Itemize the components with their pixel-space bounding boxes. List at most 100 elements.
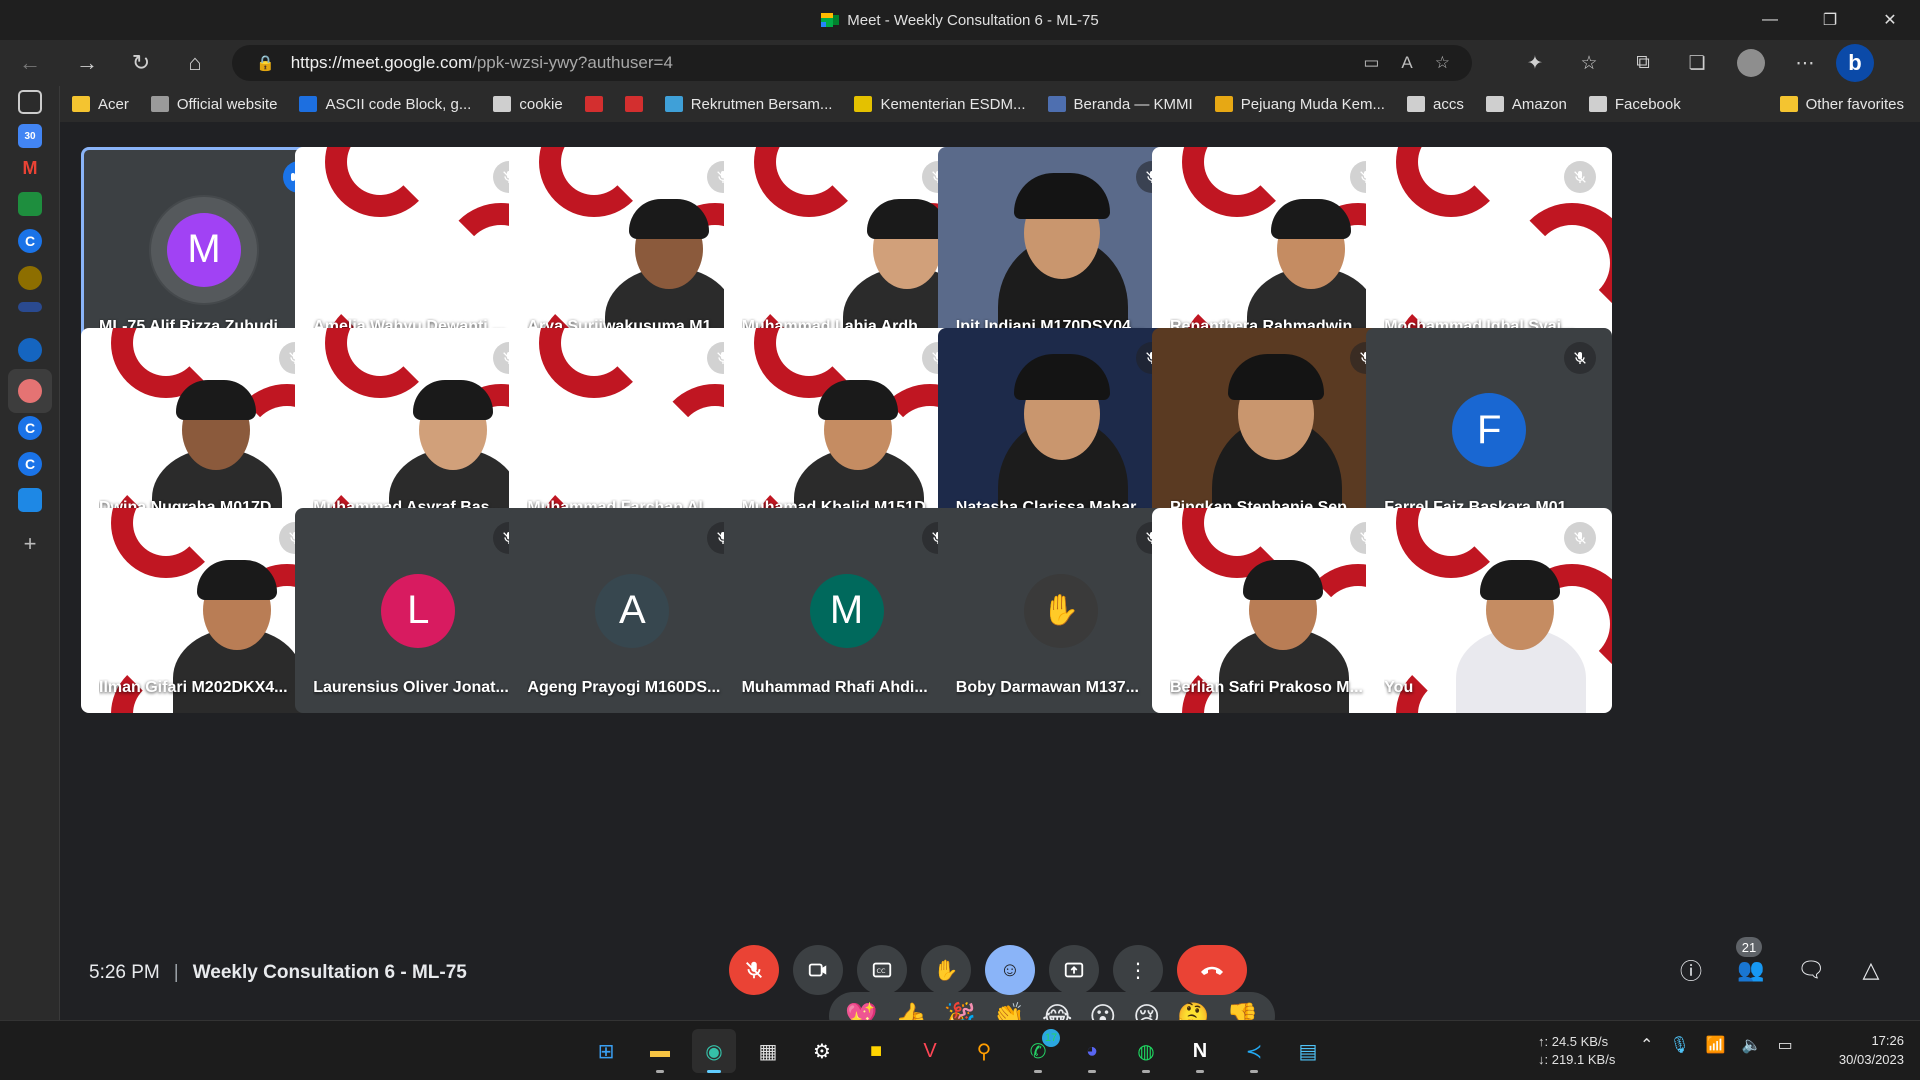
present-screen-button[interactable] xyxy=(1049,945,1099,995)
restore-button[interactable]: ❐ xyxy=(1800,0,1860,40)
battery-icon[interactable]: ▭ xyxy=(1778,1035,1793,1055)
more-options-button[interactable]: ⋮ xyxy=(1113,945,1163,995)
home-button[interactable]: ⌂ xyxy=(168,40,222,86)
bookmark-item[interactable]: ASCII code Block, g... xyxy=(287,86,481,122)
participant-tile[interactable]: M ML-75 Alif Rizza Zuhudi xyxy=(81,147,327,352)
bookmark-item[interactable] xyxy=(613,86,653,122)
bookmark-item[interactable]: Amazon xyxy=(1474,86,1577,122)
tray-overflow-icon[interactable]: ⌃ xyxy=(1640,1035,1653,1055)
bookmark-item[interactable]: Rekrutmen Bersam... xyxy=(653,86,843,122)
bookmark-item[interactable]: accs xyxy=(1395,86,1474,122)
bookmark-item[interactable]: Pejuang Muda Kem... xyxy=(1203,86,1395,122)
bookmark-item[interactable] xyxy=(573,86,613,122)
wifi-icon[interactable]: 📶 xyxy=(1706,1035,1726,1055)
sidebar-app-emblem-icon[interactable] xyxy=(18,266,42,290)
vscode-icon[interactable]: ≺ xyxy=(1232,1029,1276,1073)
captions-button[interactable]: CC xyxy=(857,945,907,995)
sidebar-app-flag-icon[interactable] xyxy=(18,302,42,312)
participant-tile[interactable]: Muhamad Khalid M151D... xyxy=(723,327,970,533)
participant-tile[interactable]: A Ageng Prayogi M160DS... xyxy=(509,508,756,713)
camera-toggle-button[interactable] xyxy=(793,945,843,995)
participant-tile[interactable]: Pingkan Stephanie Sep... xyxy=(1152,327,1398,533)
participant-tile[interactable]: M Muhammad Rhafi Ahdi... xyxy=(723,508,970,713)
people-button[interactable]: 21 👥 xyxy=(1732,937,1770,995)
collections-icon[interactable]: ⧉ xyxy=(1620,40,1666,86)
sidebar-app-hex-icon[interactable] xyxy=(18,338,42,362)
sidebar-app-c2-icon[interactable]: C xyxy=(18,416,42,440)
volume-icon[interactable]: 🔈 xyxy=(1742,1035,1762,1055)
participant-tile[interactable]: Muhammad Lahia Ardh... xyxy=(723,147,970,352)
start-windows-icon[interactable]: ⊞ xyxy=(584,1029,628,1073)
bookmark-item[interactable]: cookie xyxy=(481,86,572,122)
bing-chat-icon[interactable]: b xyxy=(1836,44,1874,82)
camera-permission-icon[interactable]: ▭ xyxy=(1363,53,1379,73)
participant-tile[interactable]: Ipit Indiani M170DSY04... xyxy=(937,147,1184,352)
participant-tile[interactable]: F Farrel Faiz Baskara M01... xyxy=(1366,327,1613,533)
sidebar-record-icon[interactable] xyxy=(18,379,42,403)
valorant-icon[interactable]: V xyxy=(908,1029,952,1073)
sidebar-app-c1-icon[interactable]: C xyxy=(18,229,42,253)
participant-tile[interactable]: Dwina Nugraha M017D... xyxy=(81,327,327,533)
photos-app-icon[interactable]: ▦ xyxy=(746,1029,790,1073)
bookmark-item[interactable]: Facebook xyxy=(1577,86,1691,122)
bookmark-item[interactable]: Kementerian ESDM... xyxy=(842,86,1035,122)
participant-tile[interactable]: Mochammad Iqbal Syai... xyxy=(1366,147,1613,352)
participant-tile[interactable]: ✋ Boby Darmawan M137... xyxy=(937,508,1184,713)
reload-button[interactable]: ↻ xyxy=(114,40,168,86)
participant-tile[interactable]: Ilman Gifari M202DKX4... xyxy=(81,508,327,713)
sidebar-app-c3-icon[interactable]: C xyxy=(18,452,42,476)
bookmark-item[interactable]: Acer xyxy=(60,86,139,122)
file-explorer-icon[interactable]: ▬ xyxy=(638,1029,682,1073)
back-button[interactable]: ← xyxy=(0,40,60,86)
sidebar-tabs-icon[interactable] xyxy=(18,90,42,114)
participant-tile[interactable]: Arya Surjiwakusuma M1... xyxy=(509,147,756,352)
forward-button[interactable]: → xyxy=(60,40,114,86)
emoji-reactions-button[interactable]: ☺ xyxy=(985,945,1035,995)
meeting-details-button[interactable]: ⓘ xyxy=(1672,945,1710,995)
participant-tile[interactable]: You xyxy=(1366,508,1613,713)
mic-toggle-button[interactable] xyxy=(729,945,779,995)
participant-tile[interactable]: Amelia Wahyu Dewanti ... xyxy=(295,147,542,352)
microphone-tray-icon[interactable]: 🎙 xyxy=(1669,1035,1689,1055)
sidebar-add-icon[interactable]: + xyxy=(18,531,42,556)
other-favorites-folder[interactable]: Other favorites xyxy=(1768,86,1914,122)
system-clock[interactable]: 17:26 30/03/2023 xyxy=(1839,1031,1904,1069)
sidebar-app-cube-icon[interactable] xyxy=(18,488,42,512)
sidebar-calendar-icon[interactable]: 30 xyxy=(18,124,42,148)
add-favorite-icon[interactable]: ☆ xyxy=(1435,53,1450,73)
edge-browser-icon[interactable]: ◉ xyxy=(692,1029,736,1073)
sticky-notes-icon[interactable]: ■ xyxy=(854,1029,898,1073)
read-aloud-icon[interactable]: A xyxy=(1401,53,1412,73)
search-app-icon[interactable]: ⚲ xyxy=(962,1029,1006,1073)
participant-tile[interactable]: Muhammad Farchan Al ... xyxy=(509,327,756,533)
close-window-button[interactable]: ✕ xyxy=(1860,0,1920,40)
participant-tile[interactable]: Muhammad Asyraf Bas... xyxy=(295,327,542,533)
sidebar-classroom-icon[interactable] xyxy=(18,192,42,216)
participant-avatar: ✋ xyxy=(1023,573,1098,648)
more-menu-icon[interactable]: ⋯ xyxy=(1782,40,1828,86)
address-bar[interactable]: 🔒 https://meet.google.com /ppk-wzsi-ywy?… xyxy=(232,45,1472,81)
profile-avatar-icon[interactable] xyxy=(1737,49,1765,77)
whatsapp-icon[interactable]: ✆ 17 xyxy=(1016,1029,1060,1073)
spotify-icon[interactable]: ◍ xyxy=(1124,1029,1168,1073)
notion-icon[interactable]: N xyxy=(1178,1029,1222,1073)
raise-hand-button[interactable]: ✋ xyxy=(921,945,971,995)
bookmark-item[interactable]: Beranda — KMMI xyxy=(1036,86,1203,122)
bookmark-item[interactable]: Official website xyxy=(139,86,288,122)
activities-button[interactable]: △ xyxy=(1852,945,1890,995)
tab-actions-icon[interactable]: ❏ xyxy=(1674,40,1720,86)
participant-tile[interactable]: Renanthera Rahmadwin... xyxy=(1152,147,1398,352)
chat-button[interactable]: 🗨 xyxy=(1792,945,1830,995)
notepad-icon[interactable]: ▤ xyxy=(1286,1029,1330,1073)
sidebar-gmail-icon[interactable]: M xyxy=(18,156,42,180)
extensions-icon[interactable]: ✦ xyxy=(1512,40,1558,86)
favorites-icon[interactable]: ☆ xyxy=(1566,40,1612,86)
participant-tile[interactable]: L Laurensius Oliver Jonat... xyxy=(295,508,542,713)
minimize-button[interactable]: — xyxy=(1740,0,1800,40)
participant-tile[interactable]: Berlian Safri Prakoso M... xyxy=(1152,508,1398,713)
discord-icon[interactable]: ◕ xyxy=(1070,1029,1114,1073)
participant-tile[interactable]: Natasha Clarissa Mahar... xyxy=(937,327,1184,533)
leave-call-button[interactable] xyxy=(1177,945,1247,995)
mic-muted-icon xyxy=(1564,161,1597,193)
steam-icon[interactable]: ⚙ xyxy=(800,1029,844,1073)
